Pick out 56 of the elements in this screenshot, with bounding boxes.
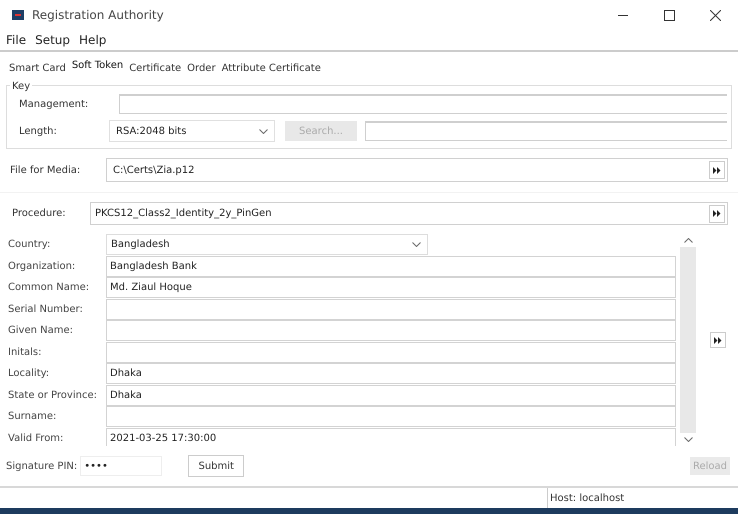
procedure-field[interactable]: PKCS12_Class2_Identity_2y_PinGen <box>90 202 728 225</box>
menu-item[interactable]: File <box>6 31 26 49</box>
app-icon <box>12 10 24 20</box>
close-icon <box>710 10 720 20</box>
tab[interactable]: Order <box>184 59 219 77</box>
field-label: Length: <box>19 124 58 138</box>
field-label: File for Media: <box>10 164 82 178</box>
chevron-down-icon <box>412 242 421 248</box>
host-status: Host: localhost <box>549 492 626 506</box>
field-label: Locality: <box>7 367 50 382</box>
field-label: Signature PIN: <box>6 460 78 474</box>
text-field[interactable]: Dhaka <box>106 363 676 384</box>
text-field[interactable] <box>106 406 676 428</box>
browse-button[interactable] <box>709 161 725 179</box>
submit-button[interactable]: Submit <box>188 455 244 477</box>
field-label: Country: <box>7 238 52 252</box>
field-label: Serial Number: <box>7 302 84 317</box>
text-field[interactable] <box>106 342 676 363</box>
field-label: Given Name: <box>7 324 74 338</box>
window-title: Registration Authority <box>32 7 164 24</box>
field-label: Valid From: <box>7 432 64 446</box>
menu-item[interactable]: Help <box>79 31 106 49</box>
double-chevron-icon <box>713 210 721 217</box>
tab[interactable]: Smart Card <box>6 59 69 77</box>
field-label: Common Name: <box>7 281 90 296</box>
field-label: Management: <box>19 98 90 112</box>
file-path-field[interactable]: C:\Certs\Zia.p12 <box>106 158 728 182</box>
double-chevron-icon <box>714 336 722 344</box>
expand-button[interactable] <box>710 332 726 348</box>
tab[interactable]: Attribute Certificate <box>218 59 324 77</box>
field-label: Surname: <box>7 410 58 424</box>
text-field[interactable]: Bangladesh Bank <box>106 256 676 277</box>
length-dropdown[interactable]: RSA:2048 bits <box>109 120 275 142</box>
chevron-down-icon <box>259 128 268 134</box>
search-field[interactable] <box>365 121 727 141</box>
chevron-down-icon <box>684 437 692 442</box>
text-field[interactable] <box>106 298 676 320</box>
double-chevron-icon <box>713 166 721 174</box>
text-field[interactable] <box>106 320 676 342</box>
chevron-up-icon <box>684 238 692 243</box>
text-field[interactable]: Dhaka <box>106 384 676 406</box>
pin-field[interactable]: •••• <box>80 456 162 476</box>
minimize-icon <box>618 14 628 16</box>
menu-item[interactable]: Setup <box>35 31 70 49</box>
country-dropdown[interactable]: Bangladesh <box>106 234 428 256</box>
field-label: Initals: <box>7 346 42 360</box>
field-label: State or Province: <box>7 388 98 403</box>
group-legend: Key <box>10 79 32 94</box>
management-field[interactable] <box>119 94 727 114</box>
field-label: Organization: <box>7 260 76 274</box>
text-field[interactable]: 2021-03-25 17:30:00 <box>106 428 676 446</box>
maximize-icon <box>664 10 674 20</box>
field-label: Procedure: <box>12 207 67 221</box>
procedure-menu-button[interactable] <box>709 204 725 222</box>
tab[interactable]: Certificate <box>126 59 184 77</box>
text-field[interactable]: Md. Ziaul Hoque <box>106 277 676 298</box>
